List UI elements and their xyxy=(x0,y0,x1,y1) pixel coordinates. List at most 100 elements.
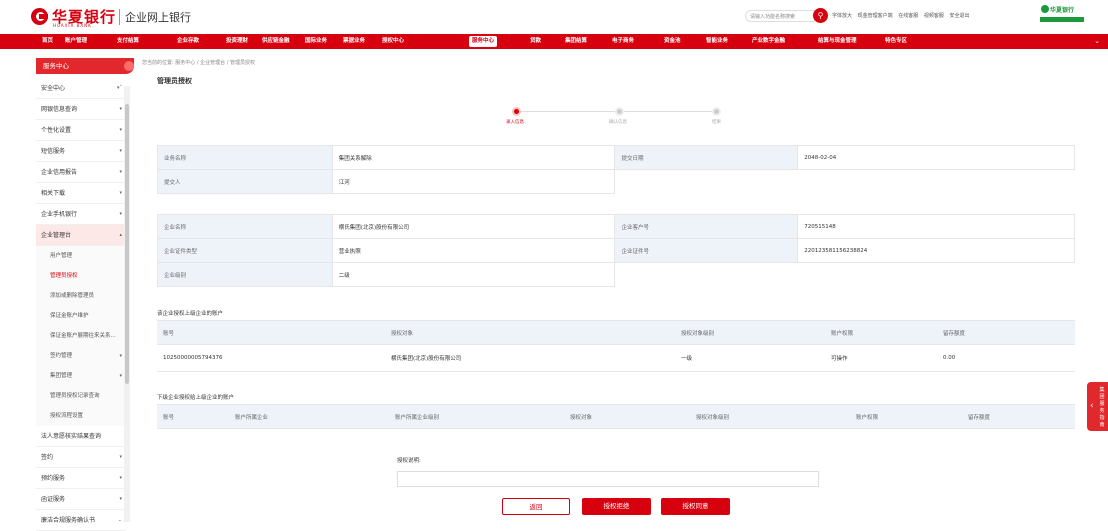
sidebar-sub-contract[interactable]: 签约管理 ▾ xyxy=(36,346,126,366)
nav-loan[interactable]: 贷款 xyxy=(530,34,541,49)
reject-button[interactable]: 授权拒绝 xyxy=(582,498,651,515)
sidebar-scroll-thumb[interactable] xyxy=(125,104,129,384)
sidebar-sub-add-admin[interactable]: 添加或删除管理员 xyxy=(36,286,126,306)
chevron-down-icon: ▾ xyxy=(119,190,122,196)
sidebar-item-appointment[interactable]: 预约服务 ▾ xyxy=(36,468,126,489)
chevron-down-icon: ▾ xyxy=(119,106,122,112)
corp-name-label: 企业名称 xyxy=(157,214,333,239)
enterprise-info-table: 企业名称 横氏集团(北京)股份有限公司 企业客户号 720515148 企业证件… xyxy=(157,214,1075,287)
cert-no-value: 220123581156238824 xyxy=(797,238,1075,263)
step-2-dot xyxy=(615,107,624,116)
submit-date-value: 2048-02-04 xyxy=(797,145,1075,170)
sidebar-sub-admin-auth[interactable]: 管理员授权 xyxy=(36,266,126,286)
top-header: 华夏银行 HUAXIA BANK 企业网上银行 请输入功能名称搜索 ⚲ 字体放大… xyxy=(0,0,1108,34)
nav-special[interactable]: 特色专区 xyxy=(885,34,907,49)
agree-button[interactable]: 授权同意 xyxy=(661,498,730,515)
step-2-label: 确认信息 xyxy=(609,120,627,125)
sidebar-sub-auth-flow[interactable]: 授权流程设置 xyxy=(36,406,126,426)
nav-bills[interactable]: 票据业务 xyxy=(343,34,365,49)
sidebar-item-personal[interactable]: 个性化设置 ▾ xyxy=(36,120,126,141)
nav-international[interactable]: 国际业务 xyxy=(305,34,327,49)
chevron-down-icon: ▾ xyxy=(119,148,122,154)
level-label: 企业级别 xyxy=(157,262,333,287)
sidebar-item-credit[interactable]: 企业信用报告 ▾ xyxy=(36,162,126,183)
nav-auth-center[interactable]: 授权中心 xyxy=(382,34,404,49)
sidebar-item-legal-verify[interactable]: 法人意愿核实结果查询 xyxy=(36,426,126,447)
step-3-dot xyxy=(712,107,721,116)
nav-home[interactable]: 首页 xyxy=(42,34,53,49)
sidebar-item-download[interactable]: 相关下载 ▾ xyxy=(36,183,126,204)
step-3-label: 结果 xyxy=(712,120,721,125)
chevron-up-icon: ▴ xyxy=(119,232,122,238)
col-permission: 账户权限 xyxy=(825,320,937,345)
sidebar-item-compliance[interactable]: 廉洁合规服务确认书 ⌄ xyxy=(36,510,126,531)
col-auth-level: 授权对象级别 xyxy=(690,404,850,429)
sidebar-item-sign[interactable]: 签约 ▾ xyxy=(36,447,126,468)
sidebar-title: 服务中心 xyxy=(36,58,134,74)
bank-logo-icon xyxy=(31,8,48,25)
online-service-link[interactable]: 在线客服 xyxy=(898,13,918,19)
corp-cust-label: 企业客户号 xyxy=(614,214,799,239)
sidebar-sub-deposit-account[interactable]: 保证金账户维护 xyxy=(36,306,126,326)
cert-no-label: 企业证件号 xyxy=(614,238,799,263)
corp-cust-value: 720515148 xyxy=(797,214,1075,239)
level-value: 二级 xyxy=(331,262,616,287)
sidebar-item-sms[interactable]: 短信服务 ▾ xyxy=(36,141,126,162)
header-links: 字体放大 现金管理客户端 在线客服 视频客服 安全退出 xyxy=(832,12,973,19)
logout-link[interactable]: 安全退出 xyxy=(949,13,969,19)
col-owner-level: 账户所属企业级别 xyxy=(389,404,564,429)
search-input[interactable]: 请输入功能名称搜索 xyxy=(745,10,815,22)
col-account: 账号 xyxy=(157,404,229,429)
chevron-down-icon: ▾ xyxy=(119,353,122,359)
corp-name-value: 横氏集团(北京)股份有限公司 xyxy=(331,214,616,239)
nav-account[interactable]: 账户管理 xyxy=(65,34,87,49)
sidebar-item-confirmation[interactable]: 函证服务 ▾ xyxy=(36,489,126,510)
nav-industry-digital[interactable]: 产业数字金融 xyxy=(752,34,785,49)
col-owner-corp: 账户所属企业 xyxy=(229,404,389,429)
nav-supply-chain[interactable]: 供应链金融 xyxy=(262,34,290,49)
nav-ecommerce[interactable]: 电子商务 xyxy=(612,34,634,49)
business-info-table: 业务名称 集团关系解除 提交日期 2048-02-04 提交人 江河 xyxy=(157,145,1075,194)
step-1-label: 录入信息 xyxy=(506,120,524,125)
video-service-link[interactable]: 视频客服 xyxy=(924,13,944,19)
nav-expand-icon[interactable]: ⌄ xyxy=(1094,37,1100,45)
lower-accounts-title: 下级企业授权给上级企业的账户 xyxy=(157,395,235,401)
sidebar-sub-deposit-relation[interactable]: 保证金账户展期往来关系... xyxy=(36,326,126,346)
chevron-down-icon: ⌄ xyxy=(117,517,122,523)
sidebar-item-corp-admin[interactable]: 企业管理台 ▴ xyxy=(36,225,126,246)
chevron-down-icon: ▾ xyxy=(119,475,122,481)
sidebar-sub-user-mgmt[interactable]: 用户管理 xyxy=(36,246,126,266)
chevron-down-icon: ▾ xyxy=(119,454,122,460)
floating-service-label: 集团服务指南 xyxy=(1099,387,1105,428)
cash-mgmt-client-link[interactable]: 现金管理客户端 xyxy=(858,13,893,19)
chevron-down-icon: ▾ xyxy=(119,496,122,502)
sidebar-item-security[interactable]: 安全中心 ▾˄ xyxy=(36,78,126,99)
sidebar-sub-group[interactable]: 集团管理 ▾ xyxy=(36,366,126,386)
back-button[interactable]: 返回 xyxy=(502,498,570,515)
bank-name-en: HUAXIA BANK xyxy=(53,23,92,28)
upper-accounts-table: 账号 授权对象 授权对象级别 账户权限 留存额度 102500000057943… xyxy=(157,320,1075,372)
remark-input[interactable] xyxy=(397,471,819,487)
lower-accounts-table: 账号 账户所属企业 账户所属企业级别 授权对象 授权对象级别 账户权限 留存额度 xyxy=(157,404,1075,429)
font-size-link[interactable]: 字体放大 xyxy=(832,13,852,19)
remark-label: 授权说明: xyxy=(397,458,421,464)
logo-divider xyxy=(119,9,120,25)
nav-cash-pool[interactable]: 资金池 xyxy=(664,34,681,49)
nav-payment[interactable]: 支付结算 xyxy=(117,34,139,49)
sidebar-item-query[interactable]: 网银信息查询 ▾ xyxy=(36,99,126,120)
nav-settlement-cash[interactable]: 结算与现金管理 xyxy=(818,34,857,49)
col-permission: 账户权限 xyxy=(850,404,962,429)
nav-service-center[interactable]: 服务中心 xyxy=(469,36,498,47)
nav-deposit[interactable]: 企业存款 xyxy=(177,34,199,49)
floating-service-tab[interactable]: ‹ 集团服务指南 xyxy=(1087,382,1108,431)
nav-group-settlement[interactable]: 集团结算 xyxy=(565,34,587,49)
search-icon[interactable]: ⚲ xyxy=(813,8,828,23)
nav-smart[interactable]: 智能业务 xyxy=(706,34,728,49)
sidebar-sub-auth-record[interactable]: 管理员授权记录查询 xyxy=(36,386,126,406)
cert-type-label: 企业证件类型 xyxy=(157,238,333,263)
nav-investment[interactable]: 投资理财 xyxy=(226,34,248,49)
chevron-down-icon: ▾ xyxy=(119,211,122,217)
chevron-down-icon: ▾ xyxy=(119,169,122,175)
main-nav: 首页 账户管理 支付结算 企业存款 投资理财 供应链金融 国际业务 票据业务 授… xyxy=(0,34,1108,49)
sidebar-item-mobile[interactable]: 企业手机银行 ▾ xyxy=(36,204,126,225)
